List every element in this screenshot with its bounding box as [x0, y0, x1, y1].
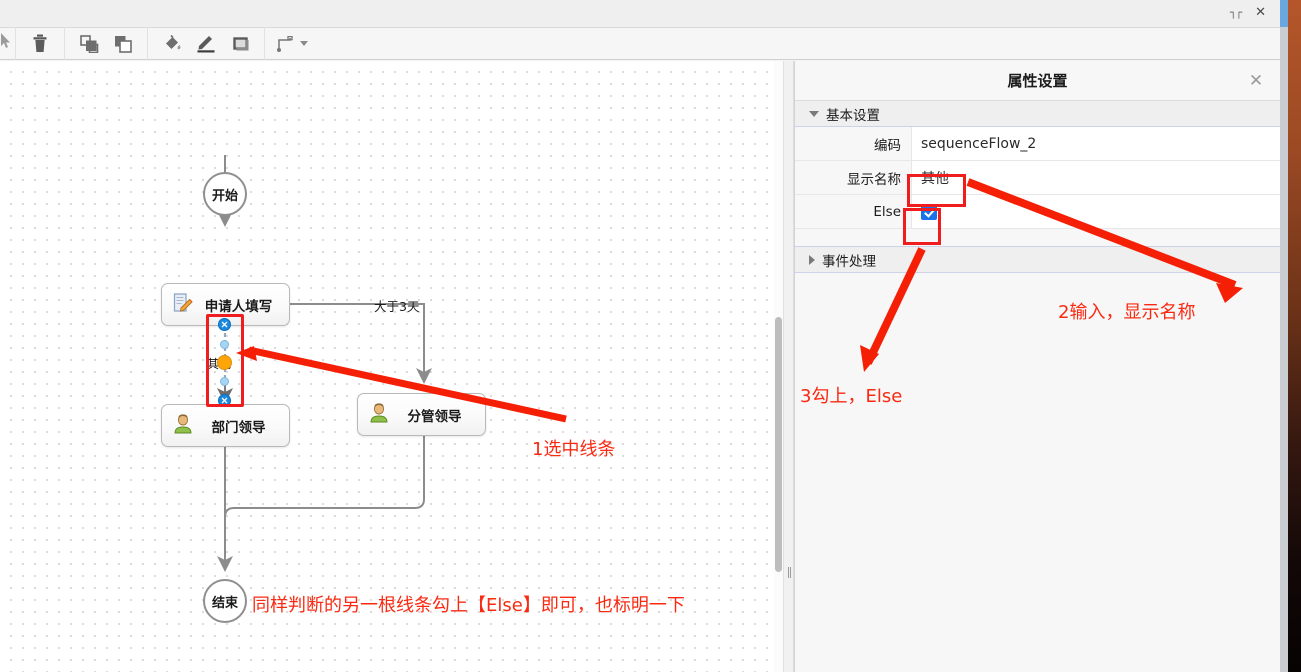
section-header-events[interactable]: 事件处理	[795, 247, 1280, 273]
edge-handle-mid-lower[interactable]	[220, 377, 229, 386]
chevron-down-icon	[809, 110, 819, 117]
edge-handle-target[interactable]	[218, 394, 231, 407]
annotation-2: 2输入，显示名称	[1058, 302, 1196, 323]
window-controls: ┐┌ ✕	[1230, 0, 1266, 24]
edge-handle-center[interactable]	[217, 355, 232, 370]
page-title: 属性设置	[1007, 72, 1068, 90]
title-bar: ┐┌ ✕	[0, 0, 1280, 27]
restore-window-icon[interactable]: ┐┌	[1230, 7, 1242, 18]
chevron-right-icon	[809, 254, 815, 265]
properties-panel: 属性设置 ✕ 基本设置 编码 显示名称 Else	[794, 61, 1280, 672]
field-label-code: 编码	[795, 127, 912, 160]
field-row-display-name: 显示名称	[795, 161, 1280, 195]
shadow-button[interactable]	[223, 29, 257, 59]
section-header-basic[interactable]: 基本设置	[795, 101, 1280, 127]
flow-node-label: 开始	[211, 188, 238, 204]
annotation-3: 3勾上，Else	[800, 386, 903, 407]
flow-node-label: 部门领导	[211, 419, 266, 436]
flow-node-label: 结束	[211, 595, 238, 611]
flow-node-start[interactable]: 开始	[203, 172, 247, 216]
flow-node-label: 分管领导	[407, 408, 462, 425]
user-icon	[368, 402, 390, 428]
field-value-display-name[interactable]	[912, 161, 1280, 194]
else-checkbox[interactable]	[921, 203, 937, 220]
annotation-4: 同样判断的另一根线条勾上【Else】即可，也标明一下	[252, 595, 685, 616]
field-label-else: Else	[795, 195, 912, 228]
splitter-grip[interactable]	[788, 567, 791, 578]
panel-splitter[interactable]	[783, 61, 794, 672]
close-icon[interactable]: ✕	[1246, 71, 1266, 91]
user-icon	[172, 413, 194, 439]
canvas-vertical-scrollbar[interactable]	[774, 61, 783, 672]
display-name-input[interactable]	[921, 169, 1280, 186]
chevron-down-icon[interactable]	[300, 41, 308, 46]
flow-node-end[interactable]: 结束	[203, 579, 247, 623]
window-border-accent-top	[1280, 0, 1288, 27]
section-label: 基本设置	[826, 107, 880, 124]
line-color-button[interactable]	[189, 29, 223, 59]
field-value-code[interactable]	[912, 127, 1280, 160]
edge-label-greater-than-3-days[interactable]: 大于3天	[374, 296, 419, 315]
toolbar-group-style	[148, 27, 265, 60]
scrollbar-thumb[interactable]	[775, 317, 782, 572]
window-border-accent	[1280, 27, 1288, 672]
section-label: 事件处理	[822, 253, 876, 270]
field-row-code: 编码	[795, 127, 1280, 161]
delete-button[interactable]	[23, 29, 57, 59]
flow-node-division-leader[interactable]: 分管领导	[357, 393, 486, 436]
toolbar-group-edit	[16, 27, 65, 60]
toolbar-group-arrange	[65, 27, 148, 60]
section-spacer	[795, 229, 1280, 247]
field-value-else[interactable]	[912, 195, 1280, 228]
cursor-icon[interactable]	[0, 33, 11, 54]
fill-color-button[interactable]	[155, 29, 189, 59]
app-window: ┐┌ ✕ 开始 申请人填写 部门领导 分管领导 结束 大于3天 1选中线条 同样…	[0, 0, 1301, 672]
field-row-else: Else	[795, 195, 1280, 229]
field-label-display-name: 显示名称	[795, 161, 912, 194]
edge-handle-mid-upper[interactable]	[220, 340, 229, 349]
close-window-icon[interactable]: ✕	[1255, 6, 1266, 19]
connector-style-button[interactable]	[272, 29, 298, 59]
form-icon	[172, 292, 194, 318]
edge-handle-source[interactable]	[218, 318, 231, 331]
flow-node-label: 申请人填写	[204, 298, 273, 315]
toolbar-group-connector	[265, 27, 315, 60]
send-to-back-button[interactable]	[106, 29, 140, 59]
editor-toolbar	[0, 27, 1280, 60]
properties-header: 属性设置 ✕	[795, 61, 1280, 101]
flow-node-dept-leader[interactable]: 部门领导	[161, 404, 290, 447]
code-input[interactable]	[921, 135, 1280, 152]
desktop-wallpaper-edge	[1288, 0, 1301, 672]
canvas-grid	[0, 61, 781, 672]
bring-to-front-button[interactable]	[72, 29, 106, 59]
flow-canvas[interactable]: 开始 申请人填写 部门领导 分管领导 结束 大于3天 1选中线条 同样判断的另一…	[0, 61, 782, 672]
annotation-1: 1选中线条	[532, 439, 616, 460]
toolbar-group-pointer	[0, 27, 16, 60]
